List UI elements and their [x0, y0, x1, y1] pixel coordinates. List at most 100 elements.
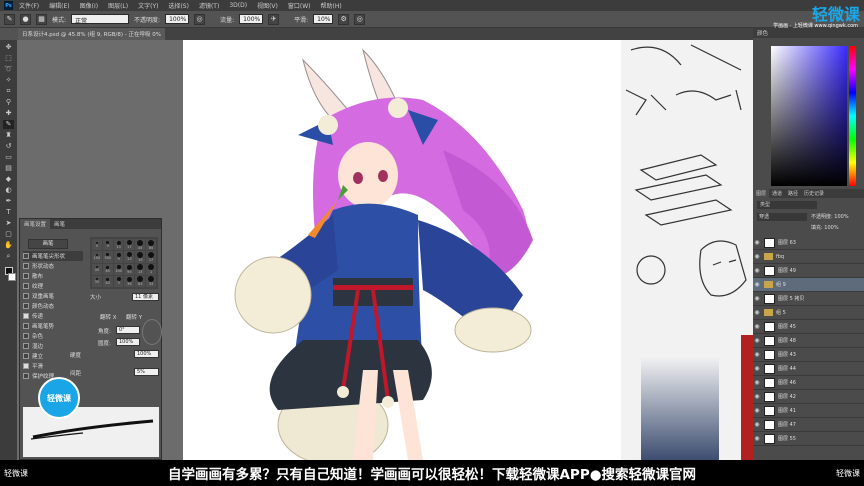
pen-tool-icon[interactable]: ✒	[3, 197, 14, 206]
brush-setting-row[interactable]: 画笔笔尖形状	[23, 251, 83, 261]
tab-paths[interactable]: 路径	[785, 189, 801, 198]
brush-tip-preset[interactable]: 3	[113, 275, 124, 287]
layer-row[interactable]: ◉ 图层 43	[753, 348, 864, 362]
size-field[interactable]: 11 像素	[132, 293, 159, 301]
brush-setting-row[interactable]: 传递	[23, 311, 83, 321]
tab-history[interactable]: 历史记录	[801, 189, 827, 198]
layer-row[interactable]: ◉ fbq	[753, 250, 864, 264]
brush-tip-preset[interactable]: 65	[146, 239, 156, 251]
brush-setting-checkbox[interactable]	[23, 303, 29, 309]
layer-row[interactable]: ◉ 图层 45	[753, 320, 864, 334]
visibility-eye-icon[interactable]: ◉	[753, 323, 761, 330]
path-select-tool-icon[interactable]: ➤	[3, 219, 14, 228]
brush-setting-checkbox[interactable]	[23, 373, 29, 379]
brush-tip-preset[interactable]: 100	[113, 263, 124, 275]
brush-setting-checkbox[interactable]	[23, 363, 29, 369]
layer-opacity[interactable]: 不透明度: 100%	[811, 213, 861, 221]
gradient-tool-icon[interactable]: ▤	[3, 164, 14, 173]
visibility-eye-icon[interactable]: ◉	[753, 351, 761, 358]
stamp-tool-icon[interactable]: ♜	[3, 131, 14, 140]
menu-window[interactable]: 窗口(W)	[288, 1, 311, 10]
eraser-tool-icon[interactable]: ▭	[3, 153, 14, 162]
background-color-swatch[interactable]	[7, 273, 16, 281]
hardness-field[interactable]: 100%	[134, 350, 159, 358]
brush-tip-preset[interactable]: 1	[146, 263, 156, 275]
brush-setting-row[interactable]: 颜色动态	[23, 301, 83, 311]
brush-tip-preset[interactable]: 300	[102, 251, 113, 263]
airbrush-icon[interactable]: ✈	[268, 13, 280, 25]
brush-setting-checkbox[interactable]	[23, 313, 29, 319]
lasso-tool-icon[interactable]: ➰	[3, 65, 14, 74]
marquee-tool-icon[interactable]: ⬚	[3, 54, 14, 63]
menu-edit[interactable]: 编辑(E)	[49, 1, 69, 10]
brush-setting-checkbox[interactable]	[23, 353, 29, 359]
brush-tip-preset[interactable]: 35	[92, 275, 102, 287]
spacing-field[interactable]: 5%	[134, 368, 159, 376]
history-brush-tool-icon[interactable]: ↺	[3, 142, 14, 151]
layer-opacity-value[interactable]: 100%	[834, 214, 848, 220]
layer-row[interactable]: ◉ 图层 46	[753, 376, 864, 390]
brush-tip-preset[interactable]: 17	[124, 239, 135, 251]
layer-row[interactable]: ◉ 图层 47	[753, 418, 864, 432]
quick-select-tool-icon[interactable]: ✧	[3, 76, 14, 85]
brush-settings-toggle-icon[interactable]: ▦	[36, 13, 47, 25]
tab-brush-settings[interactable]: 画笔设置	[20, 219, 51, 229]
visibility-eye-icon[interactable]: ◉	[753, 337, 761, 344]
tab-layers[interactable]: 图层	[753, 189, 770, 198]
zoom-tool-icon[interactable]: ⌕	[3, 252, 14, 261]
crop-tool-icon[interactable]: ⌗	[3, 87, 14, 96]
brush-tip-preset[interactable]: 9	[113, 251, 124, 263]
menu-view[interactable]: 视图(V)	[257, 1, 278, 10]
brush-setting-checkbox[interactable]	[23, 333, 29, 339]
visibility-eye-icon[interactable]: ◉	[753, 421, 761, 428]
layer-filter-select[interactable]: 类型	[757, 201, 817, 209]
brush-setting-checkbox[interactable]	[23, 273, 29, 279]
layer-row[interactable]: ◉ 组 5	[753, 306, 864, 320]
visibility-eye-icon[interactable]: ◉	[753, 435, 761, 442]
move-tool-icon[interactable]: ✥	[3, 43, 14, 52]
brush-tip-preset[interactable]: 36	[124, 275, 135, 287]
menu-select[interactable]: 选择(S)	[168, 1, 189, 10]
opacity-field[interactable]: 100%	[165, 14, 190, 24]
brush-tip-preset[interactable]: 13	[135, 263, 146, 275]
brush-tip-preset[interactable]: 100	[92, 251, 102, 263]
visibility-eye-icon[interactable]: ◉	[753, 309, 761, 316]
brush-setting-checkbox[interactable]	[23, 343, 29, 349]
brush-setting-checkbox[interactable]	[23, 323, 29, 329]
shape-tool-icon[interactable]: ▢	[3, 230, 14, 239]
blend-mode-select[interactable]: 穿透	[757, 213, 807, 221]
brush-setting-row[interactable]: 形状动态	[23, 261, 83, 271]
menu-help[interactable]: 帮助(H)	[321, 1, 342, 10]
brush-angle-widget[interactable]	[142, 319, 162, 345]
layer-fill-value[interactable]: 100%	[824, 225, 838, 231]
brush-setting-row[interactable]: 双重画笔	[23, 291, 83, 301]
brush-tool-icon[interactable]: ✎	[4, 13, 15, 25]
brush-setting-checkbox[interactable]	[23, 263, 29, 269]
healing-tool-icon[interactable]: ✚	[3, 109, 14, 118]
brush-tip-preset[interactable]: 63	[102, 275, 113, 287]
visibility-eye-icon[interactable]: ◉	[753, 267, 761, 274]
brush-tip-preset[interactable]: 45	[135, 239, 146, 251]
visibility-eye-icon[interactable]: ◉	[753, 281, 761, 288]
angle-field[interactable]: 0°	[116, 326, 140, 334]
menu-filter[interactable]: 滤镜(T)	[199, 1, 219, 10]
visibility-eye-icon[interactable]: ◉	[753, 295, 761, 302]
dodge-tool-icon[interactable]: ◐	[3, 186, 14, 195]
visibility-eye-icon[interactable]: ◉	[753, 253, 761, 260]
document-canvas[interactable]	[183, 40, 621, 466]
layer-row[interactable]: ◉ 图层 44	[753, 362, 864, 376]
hand-tool-icon[interactable]: ✋	[3, 241, 14, 250]
color-field[interactable]	[771, 46, 847, 186]
brush-tip-preset[interactable]: 13	[113, 239, 124, 251]
layer-row[interactable]: ◉ 图层 48	[753, 334, 864, 348]
menu-file[interactable]: 文件(F)	[19, 1, 39, 10]
brush-tip-preset[interactable]: 33	[146, 275, 156, 287]
brush-setting-checkbox[interactable]	[23, 283, 29, 289]
type-tool-icon[interactable]: T	[3, 208, 14, 217]
visibility-eye-icon[interactable]: ◉	[753, 407, 761, 414]
document-tab[interactable]: 日系设计4.psd @ 45.8% (组 9, RGB/8) - 正在呼吸 0%	[18, 28, 166, 40]
brush-tip-preset[interactable]: 45	[92, 263, 102, 275]
brush-setting-checkbox[interactable]	[23, 293, 29, 299]
brush-tip-preset[interactable]: 19	[135, 251, 146, 263]
brush-tip-preset[interactable]: 9	[102, 239, 113, 251]
